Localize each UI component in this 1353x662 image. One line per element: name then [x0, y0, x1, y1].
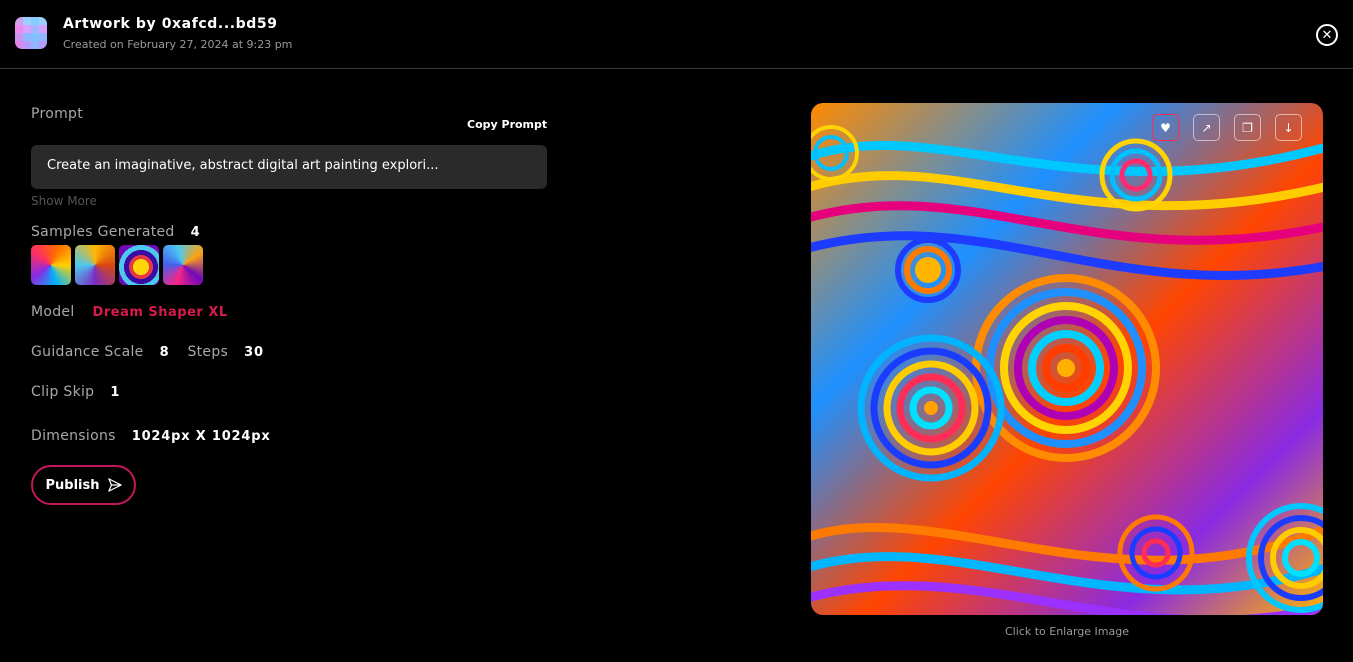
publish-label: Publish [45, 477, 100, 493]
publish-button[interactable]: Publish [31, 465, 136, 505]
dimensions-value: 1024px X 1024px [131, 428, 271, 444]
clip-row: Clip Skip 1 [31, 384, 120, 400]
modal-header: Artwork by 0xafcd...bd59 Created on Febr… [0, 0, 1353, 69]
samples-row: Samples Generated 4 [31, 224, 200, 240]
clip-skip-label: Clip Skip [31, 384, 95, 400]
prompt-label: Prompt [31, 106, 84, 122]
dimensions-label: Dimensions [31, 428, 116, 444]
created-date: Created on February 27, 2024 at 9:23 pm [63, 38, 293, 51]
show-more-link[interactable]: Show More [31, 194, 97, 208]
image-toolbar: ♥ ↗ ❐ ↓ [1152, 114, 1302, 141]
model-value[interactable]: Dream Shaper XL [93, 305, 228, 320]
guidance-label: Guidance Scale [31, 344, 144, 360]
send-icon [107, 478, 122, 492]
dimensions-row: Dimensions 1024px X 1024px [31, 428, 271, 444]
prompt-text: Create an imaginative, abstract digital … [31, 145, 547, 189]
download-icon[interactable]: ↓ [1275, 114, 1302, 141]
steps-label: Steps [187, 344, 229, 360]
artwork-title: Artwork by 0xafcd...bd59 [63, 16, 278, 32]
heart-icon[interactable]: ♥ [1152, 114, 1179, 141]
avatar [15, 17, 47, 49]
sample-thumbnail[interactable] [119, 245, 159, 285]
close-icon[interactable]: ✕ [1316, 24, 1338, 46]
model-row: Model Dream Shaper XL [31, 304, 228, 320]
copy-icon[interactable]: ❐ [1234, 114, 1261, 141]
clip-skip-value: 1 [110, 384, 121, 400]
steps-value: 30 [244, 344, 264, 360]
guidance-value: 8 [159, 344, 170, 360]
samples-count: 4 [190, 224, 201, 240]
sample-thumbnail[interactable] [31, 245, 71, 285]
sample-thumbnail[interactable] [75, 245, 115, 285]
copy-prompt-button[interactable]: Copy Prompt [467, 118, 547, 131]
artwork-image[interactable] [811, 103, 1323, 615]
model-label: Model [31, 304, 75, 320]
enlarge-hint: Click to Enlarge Image [1005, 625, 1129, 638]
guidance-row: Guidance Scale 8 Steps 30 [31, 344, 264, 360]
share-icon[interactable]: ↗ [1193, 114, 1220, 141]
sample-thumbnails [31, 245, 203, 285]
sample-thumbnail[interactable] [163, 245, 203, 285]
samples-label: Samples Generated [31, 224, 175, 240]
